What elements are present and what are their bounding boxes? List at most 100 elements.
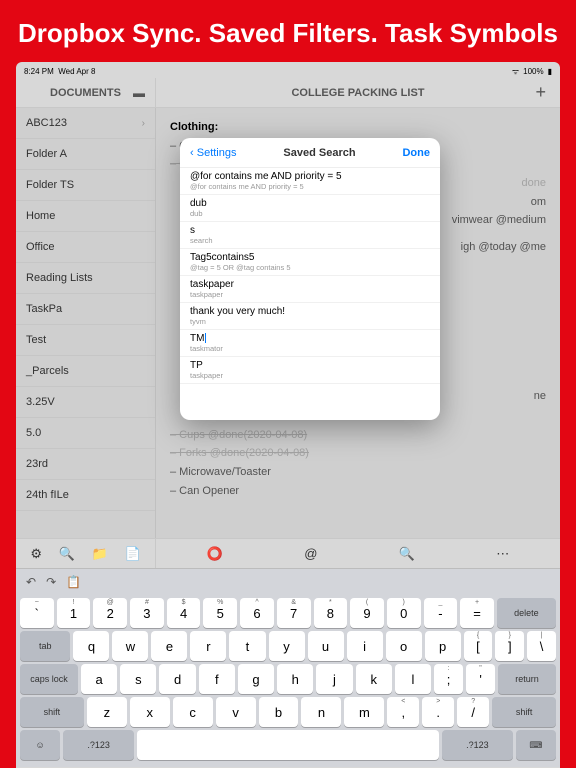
tag-icon[interactable]: @ (304, 546, 317, 561)
sidebar-item[interactable]: Folder TS (16, 170, 155, 201)
key-m[interactable]: m (344, 697, 384, 727)
key-g[interactable]: g (238, 664, 274, 694)
key-b[interactable]: b (259, 697, 299, 727)
key-capslock[interactable]: caps lock (20, 664, 78, 694)
key-5[interactable]: %5 (203, 598, 237, 628)
folder-action-icon[interactable]: 📁 (92, 546, 108, 562)
search-query: @tag = 5 OR @tag contains 5 (190, 263, 430, 272)
sidebar-item[interactable]: 23rd (16, 449, 155, 480)
key-[interactable]: ?/ (457, 697, 489, 727)
sidebar-item[interactable]: 5.0 (16, 418, 155, 449)
key-x[interactable]: x (130, 697, 170, 727)
saved-search-item[interactable]: TPtaskpaper (180, 357, 440, 384)
search-doc-icon[interactable]: 🔍 (399, 546, 415, 562)
key-s[interactable]: s (120, 664, 156, 694)
key-c[interactable]: c (173, 697, 213, 727)
saved-search-item[interactable]: dubdub (180, 195, 440, 222)
key-[interactable] (137, 730, 439, 760)
key-n[interactable]: n (301, 697, 341, 727)
more-icon[interactable]: ⋯ (496, 546, 509, 562)
key-w[interactable]: w (112, 631, 148, 661)
sidebar-item[interactable]: Test (16, 325, 155, 356)
task-line[interactable]: – Microwave/Toaster (170, 463, 546, 482)
key-delete[interactable]: delete (497, 598, 556, 628)
key-return[interactable]: return (498, 664, 556, 694)
sidebar-item[interactable]: TaskPa (16, 294, 155, 325)
key-[interactable]: ⌨ (516, 730, 556, 760)
sidebar-item[interactable]: _Parcels (16, 356, 155, 387)
key-[interactable]: += (460, 598, 494, 628)
saved-search-item[interactable]: Tag5contains5@tag = 5 OR @tag contains 5 (180, 249, 440, 276)
key-7[interactable]: &7 (277, 598, 311, 628)
task-line[interactable]: – Cups @done(2020-04-08) (170, 426, 546, 445)
key-123[interactable]: .?123 (442, 730, 513, 760)
key-i[interactable]: i (347, 631, 383, 661)
sidebar-item[interactable]: 3.25V (16, 387, 155, 418)
key-v[interactable]: v (216, 697, 256, 727)
saved-search-item[interactable]: @for contains me AND priority = 5@for co… (180, 168, 440, 195)
key-2[interactable]: @2 (93, 598, 127, 628)
key-u[interactable]: u (308, 631, 344, 661)
saved-search-item[interactable]: TMtaskmator (180, 330, 440, 357)
key-8[interactable]: *8 (314, 598, 348, 628)
key-1[interactable]: !1 (57, 598, 91, 628)
add-button[interactable]: + (535, 82, 546, 103)
search-icon[interactable]: 🔍 (59, 546, 75, 562)
task-line[interactable]: – Can Opener (170, 482, 546, 501)
key-l[interactable]: l (395, 664, 431, 694)
sidebar-item[interactable]: 24th fILe (16, 480, 155, 511)
redo-icon[interactable]: ↷ (46, 575, 56, 589)
key-6[interactable]: ^6 (240, 598, 274, 628)
key-y[interactable]: y (269, 631, 305, 661)
play-icon[interactable]: ⭕ (207, 546, 223, 562)
done-button[interactable]: Done (402, 147, 430, 159)
key-h[interactable]: h (277, 664, 313, 694)
back-button[interactable]: ‹ Settings (190, 147, 236, 159)
key-[interactable]: {[ (464, 631, 493, 661)
key-[interactable]: ~` (20, 598, 54, 628)
key-[interactable]: _- (424, 598, 458, 628)
task-line[interactable]: – Forks @done(2020-04-08) (170, 444, 546, 463)
key-[interactable]: >. (422, 697, 454, 727)
sidebar-item[interactable]: Home (16, 201, 155, 232)
sidebar-item[interactable]: Office (16, 232, 155, 263)
undo-icon[interactable]: ↶ (26, 575, 36, 589)
new-doc-icon[interactable]: 📄 (124, 546, 140, 562)
key-4[interactable]: $4 (167, 598, 201, 628)
key-d[interactable]: d (159, 664, 195, 694)
key-[interactable]: <, (387, 697, 419, 727)
key-9[interactable]: (9 (350, 598, 384, 628)
key-k[interactable]: k (356, 664, 392, 694)
key-f[interactable]: f (199, 664, 235, 694)
key-j[interactable]: j (316, 664, 352, 694)
key-r[interactable]: r (190, 631, 226, 661)
sidebar-item[interactable]: Folder A (16, 139, 155, 170)
key-e[interactable]: e (151, 631, 187, 661)
key-t[interactable]: t (229, 631, 265, 661)
key-[interactable]: }] (495, 631, 524, 661)
sidebar-item[interactable]: Reading Lists (16, 263, 155, 294)
key-a[interactable]: a (81, 664, 117, 694)
saved-search-item[interactable]: taskpapertaskpaper (180, 276, 440, 303)
key-p[interactable]: p (425, 631, 461, 661)
key-[interactable]: |\ (527, 631, 556, 661)
key-tab[interactable]: tab (20, 631, 70, 661)
key-[interactable]: :; (434, 664, 463, 694)
key-q[interactable]: q (73, 631, 109, 661)
key-shift[interactable]: shift (20, 697, 84, 727)
folder-icon[interactable]: ▬ (133, 86, 145, 100)
key-[interactable]: ☺ (20, 730, 60, 760)
key-123[interactable]: .?123 (63, 730, 134, 760)
key-3[interactable]: #3 (130, 598, 164, 628)
saved-search-item[interactable]: thank you very much!tyvm (180, 303, 440, 330)
key-0[interactable]: )0 (387, 598, 421, 628)
sidebar-item-label: TaskPa (26, 294, 62, 325)
key-z[interactable]: z (87, 697, 127, 727)
key-shift[interactable]: shift (492, 697, 556, 727)
settings-icon[interactable]: ⚙ (30, 546, 42, 562)
key-[interactable]: "' (466, 664, 495, 694)
clipboard-icon[interactable]: 📋 (66, 575, 81, 589)
sidebar-item[interactable]: ABC123› (16, 108, 155, 139)
saved-search-item[interactable]: ssearch (180, 222, 440, 249)
key-o[interactable]: o (386, 631, 422, 661)
